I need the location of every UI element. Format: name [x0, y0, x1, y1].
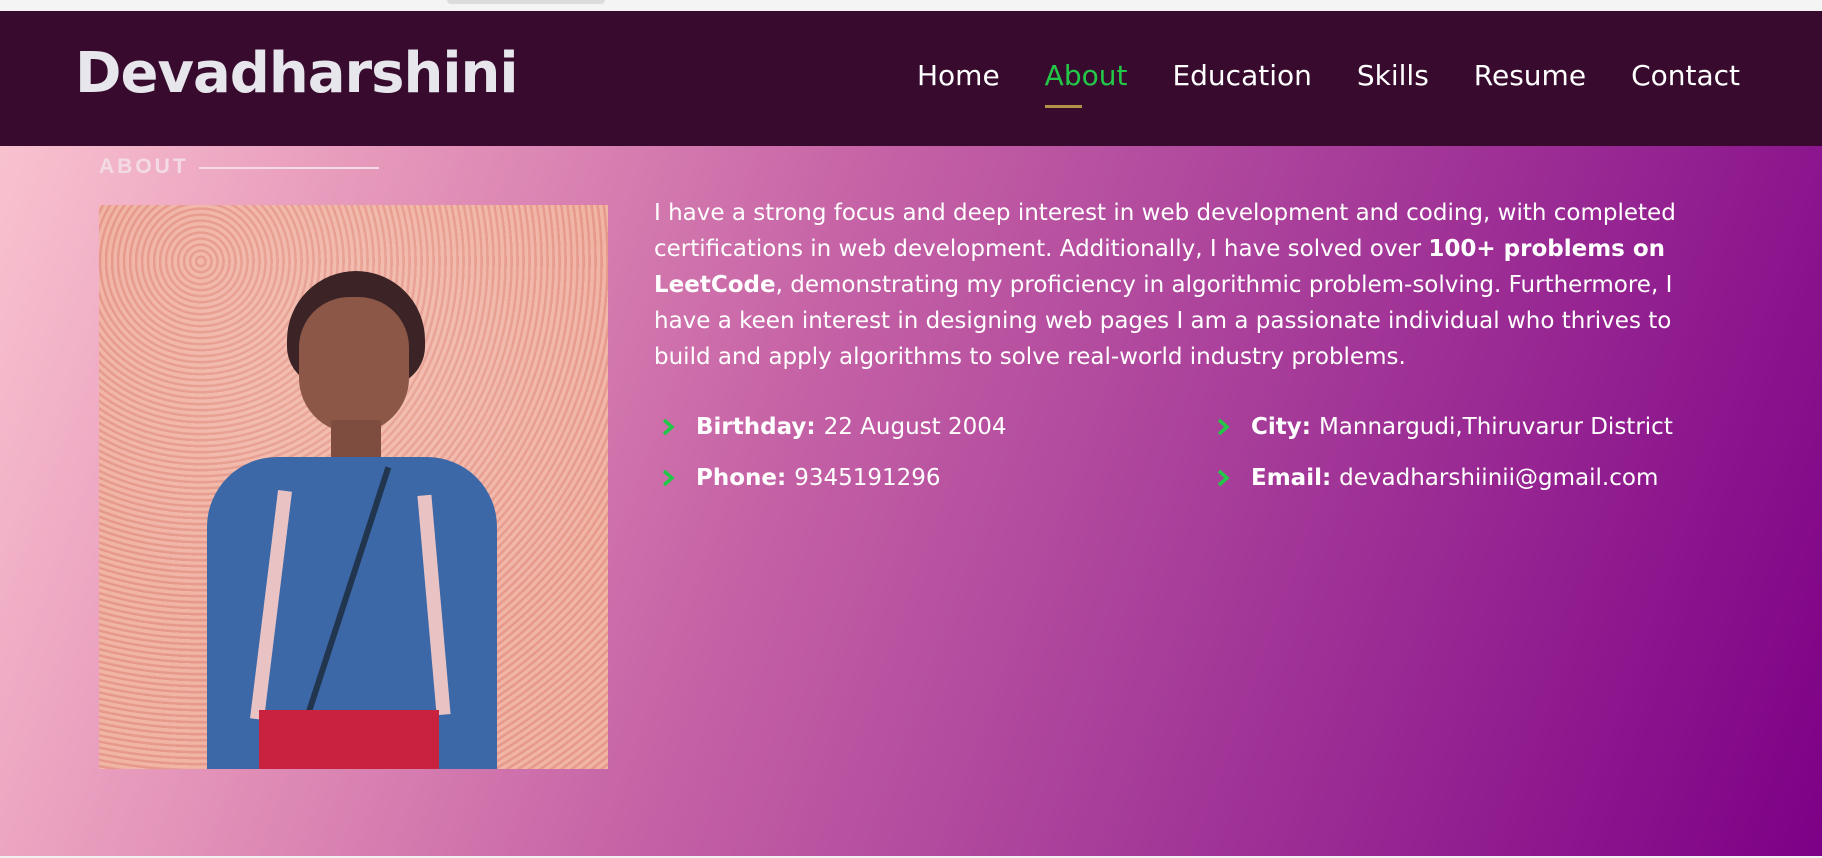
detail-label: Email:: [1251, 465, 1332, 491]
section-title: ABOUT: [99, 155, 189, 178]
chevron-right-icon: [1217, 418, 1230, 436]
detail-email: Email: devadharshiinii@gmail.com: [1209, 460, 1658, 496]
detail-phone: Phone: 9345191296: [654, 460, 941, 496]
chevron-right-icon: [662, 418, 675, 436]
chevron-right-icon: [1217, 469, 1230, 487]
top-tab-handle: [447, 0, 605, 4]
main-nav: Home About Education Skills Resume Conta…: [917, 59, 1740, 108]
nav-contact[interactable]: Contact: [1631, 59, 1740, 92]
profile-photo: [99, 205, 608, 769]
about-section: ABOUT I have a strong focus and deep int…: [0, 146, 1822, 858]
detail-value: 22 August 2004: [823, 414, 1007, 440]
description-text-2: , demonstrating my proficiency in algori…: [654, 272, 1673, 370]
detail-birthday: Birthday: 22 August 2004: [654, 409, 1007, 445]
detail-value: Mannargudi,Thiruvarur District: [1318, 414, 1673, 440]
detail-label: Phone:: [696, 465, 787, 491]
chevron-right-icon: [662, 469, 675, 487]
detail-label: City:: [1251, 414, 1311, 440]
photo-neck: [331, 420, 381, 462]
detail-city: City: Mannargudi,Thiruvarur District: [1209, 409, 1673, 445]
browser-top-strip: [0, 0, 1822, 10]
detail-value[interactable]: devadharshiinii@gmail.com: [1339, 465, 1658, 491]
detail-value: 9345191296: [794, 465, 941, 491]
section-title-line: [199, 167, 379, 169]
nav-education[interactable]: Education: [1172, 59, 1311, 92]
detail-label: Birthday:: [696, 414, 816, 440]
nav-about[interactable]: About: [1044, 59, 1127, 108]
photo-skirt: [259, 710, 439, 769]
nav-resume[interactable]: Resume: [1474, 59, 1586, 92]
nav-skills[interactable]: Skills: [1357, 59, 1429, 92]
nav-home[interactable]: Home: [917, 59, 1000, 92]
site-header: Devadharshini Home About Education Skill…: [0, 11, 1822, 146]
about-description: I have a strong focus and deep interest …: [654, 195, 1724, 375]
photo-face: [299, 297, 409, 433]
site-brand[interactable]: Devadharshini: [75, 41, 519, 106]
